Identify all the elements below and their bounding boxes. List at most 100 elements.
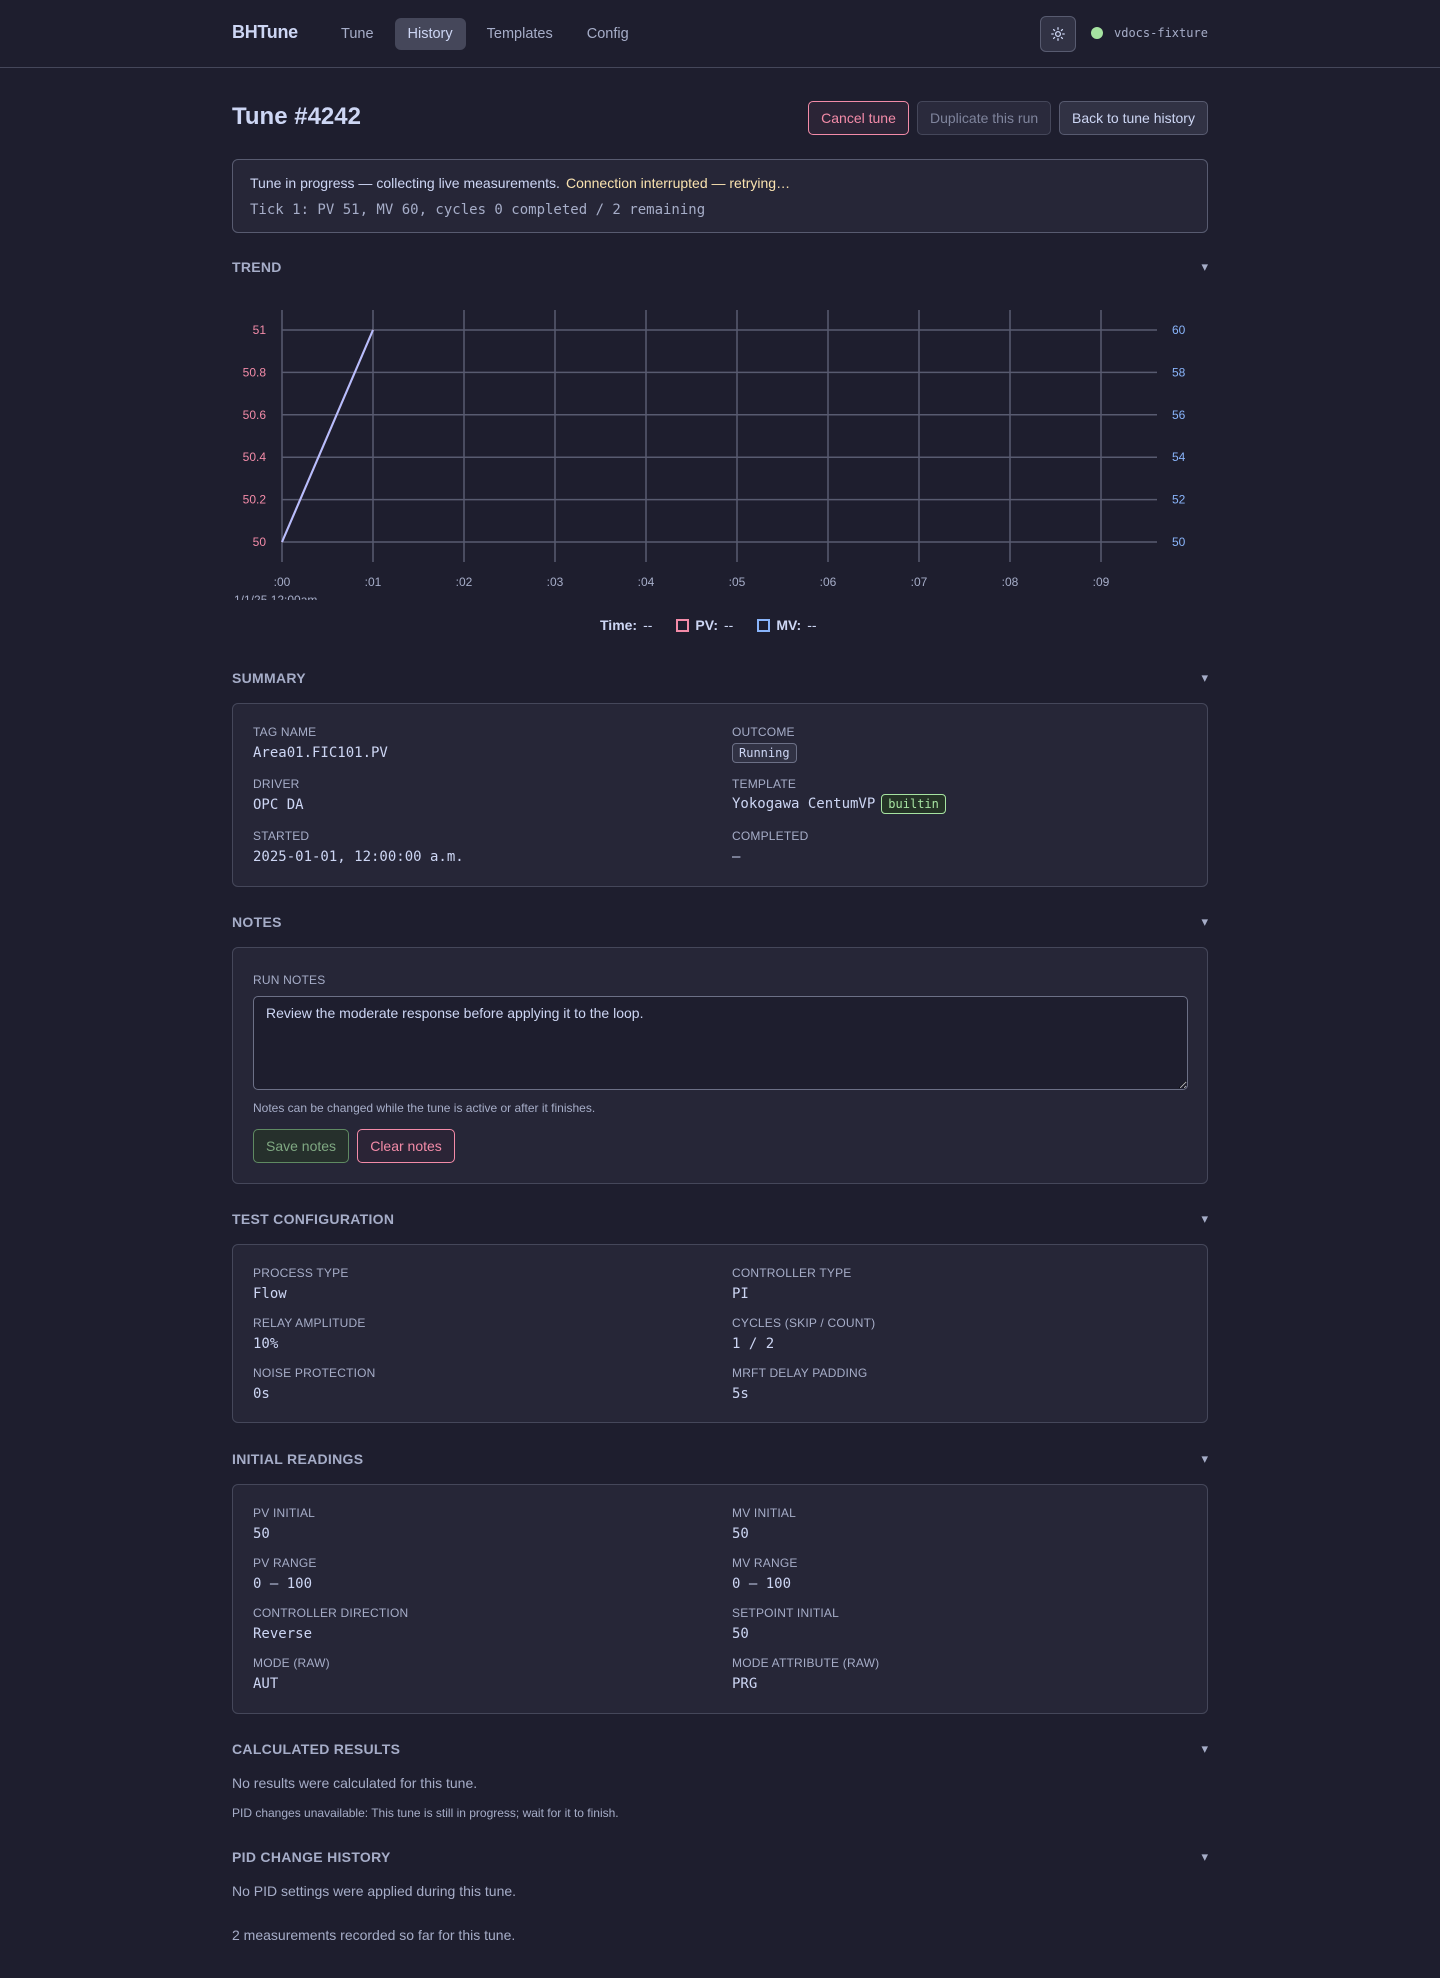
collapse-toggle-icon[interactable]: ▾: [1201, 1211, 1208, 1227]
completed-field: COMPLETED —: [732, 829, 808, 865]
run-notes-textarea[interactable]: [253, 996, 1188, 1090]
field-value: 50: [732, 1526, 749, 1542]
banner-status-line: Tune in progress — collecting live measu…: [250, 175, 790, 191]
field-label: PROCESS TYPE: [253, 1266, 349, 1280]
connection-name: vdocs-fixture: [1114, 26, 1208, 40]
x-tick-label: :08: [1002, 575, 1019, 589]
measurements-count: 2 measurements recorded so far for this …: [232, 1927, 516, 1943]
summary-section-header[interactable]: SUMMARY ▾: [232, 670, 1208, 690]
pv-swatch: [676, 618, 690, 632]
collapse-toggle-icon[interactable]: ▾: [1201, 259, 1208, 275]
connection-warning-text: Connection interrupted — retrying…: [565, 175, 791, 191]
field-label: STARTED: [253, 829, 310, 843]
collapse-toggle-icon[interactable]: ▾: [1201, 1741, 1208, 1757]
no-pid-changes-message: No PID settings were applied during this…: [232, 1883, 517, 1899]
completed-value: —: [732, 849, 741, 865]
pid-history-section-header[interactable]: PID CHANGE HISTORY ▾: [232, 1849, 1208, 1869]
collapse-toggle-icon[interactable]: ▾: [1201, 670, 1208, 686]
brand-logo[interactable]: BHTune: [232, 22, 298, 43]
field-label: TAG NAME: [253, 725, 317, 739]
right-axis-tick-label: 52: [1172, 493, 1186, 507]
no-results-message: No results were calculated for this tune…: [232, 1775, 478, 1791]
field-label: MODE ATTRIBUTE (RAW): [732, 1656, 880, 1670]
collapse-toggle-icon[interactable]: ▾: [1201, 914, 1208, 930]
x-tick-label: :04: [638, 575, 655, 589]
test-config-card: PROCESS TYPE Flow CONTROLLER TYPE PI REL…: [232, 1244, 1208, 1423]
controller-direction-field: CONTROLLER DIRECTION Reverse: [253, 1606, 408, 1642]
right-axis-tick-label: 58: [1172, 365, 1186, 379]
calculated-results-section-header[interactable]: CALCULATED RESULTS ▾: [232, 1741, 1208, 1761]
field-value: Flow: [253, 1286, 287, 1302]
initial-readings-section-header[interactable]: INITIAL READINGS ▾: [232, 1451, 1208, 1471]
field-label: SETPOINT INITIAL: [732, 1606, 839, 1620]
nav-tab-tune[interactable]: Tune: [328, 18, 387, 50]
legend-pv-value: --: [724, 617, 734, 633]
field-label: RELAY AMPLITUDE: [253, 1316, 366, 1330]
template-value-row: Yokogawa CentumVP builtin: [732, 794, 946, 814]
field-label: PV INITIAL: [253, 1506, 316, 1520]
collapse-toggle-icon[interactable]: ▾: [1201, 1451, 1208, 1467]
nav-tab-templates[interactable]: Templates: [474, 18, 566, 50]
x-tick-label: :09: [1093, 575, 1110, 589]
mode-attribute-raw-field: MODE ATTRIBUTE (RAW) PRG: [732, 1656, 879, 1692]
section-title: TEST CONFIGURATION: [232, 1211, 395, 1227]
field-value: PRG: [732, 1676, 758, 1692]
left-axis-tick-label: 50.6: [243, 408, 267, 422]
clear-notes-button[interactable]: Clear notes: [357, 1129, 455, 1163]
driver-field: DRIVER OPC DA: [253, 777, 304, 813]
field-label: DRIVER: [253, 777, 300, 791]
series-line-mv: [281, 329, 374, 543]
x-tick-label: :02: [456, 575, 473, 589]
template-name: Yokogawa CentumVP: [732, 796, 876, 812]
pv-range-field: PV RANGE 0 – 100: [253, 1556, 317, 1592]
nav-tab-history[interactable]: History: [394, 18, 466, 50]
trend-section-header[interactable]: TREND ▾: [232, 259, 1208, 279]
x-tick-label: :06: [820, 575, 837, 589]
notes-help-text: Notes can be changed while the tune is a…: [253, 1101, 596, 1115]
pid-unavailable-note: PID changes unavailable: This tune is st…: [232, 1806, 619, 1820]
section-title: CALCULATED RESULTS: [232, 1741, 401, 1757]
driver-value: OPC DA: [253, 797, 304, 813]
mv-initial-field: MV INITIAL 50: [732, 1506, 796, 1542]
initial-readings-card: PV INITIAL 50 MV INITIAL 50 PV RANGE 0 –…: [232, 1484, 1208, 1714]
sun-icon: [1051, 27, 1065, 41]
notes-card: RUN NOTES Notes can be changed while the…: [232, 947, 1208, 1184]
field-label: COMPLETED: [732, 829, 809, 843]
nav-tab-config[interactable]: Config: [574, 18, 642, 50]
field-label: CONTROLLER TYPE: [732, 1266, 852, 1280]
template-field: TEMPLATE Yokogawa CentumVP builtin: [732, 777, 946, 814]
banner-tick-text: Tick 1: PV 51, MV 60, cycles 0 completed…: [250, 202, 706, 218]
theme-toggle-button[interactable]: [1040, 16, 1076, 52]
right-axis-tick-label: 56: [1172, 408, 1186, 422]
back-to-history-button[interactable]: Back to tune history: [1059, 101, 1208, 135]
field-value: 5s: [732, 1386, 749, 1402]
page-title: Tune #4242: [232, 103, 361, 130]
legend-time-label: Time:: [600, 617, 638, 633]
duplicate-run-button[interactable]: Duplicate this run: [917, 101, 1051, 135]
process-type-field: PROCESS TYPE Flow: [253, 1266, 349, 1302]
field-value: 0s: [253, 1386, 270, 1402]
cycles-field: CYCLES (SKIP / COUNT) 1 / 2: [732, 1316, 875, 1352]
mv-range-field: MV RANGE 0 – 100: [732, 1556, 798, 1592]
right-axis-tick-label: 54: [1172, 450, 1186, 464]
field-value: 1 / 2: [732, 1336, 775, 1352]
collapse-toggle-icon[interactable]: ▾: [1201, 1849, 1208, 1865]
controller-type-field: CONTROLLER TYPE PI: [732, 1266, 851, 1302]
trend-chart[interactable]: :00:01:02:03:04:05:06:07:08:09 50 50.2 50.4…: [232, 300, 1208, 600]
field-label: TEMPLATE: [732, 777, 797, 791]
field-value: 50: [732, 1626, 749, 1642]
chart-legend: Time: -- PV: -- MV: --: [600, 617, 817, 633]
field-value: AUT: [253, 1676, 279, 1692]
left-axis-tick-label: 50.4: [243, 450, 267, 464]
started-field: STARTED 2025-01-01, 12:00:00 a.m.: [253, 829, 464, 865]
legend-mv-label: MV:: [776, 617, 802, 633]
outcome-field: OUTCOME Running: [732, 725, 797, 763]
x-tick-label: :05: [729, 575, 746, 589]
cancel-tune-button[interactable]: Cancel tune: [808, 101, 909, 135]
time-origin-label: 1/1/25 12:00am: [234, 593, 317, 600]
save-notes-button[interactable]: Save notes: [253, 1129, 349, 1163]
test-config-section-header[interactable]: TEST CONFIGURATION ▾: [232, 1211, 1208, 1231]
field-label: NOISE PROTECTION: [253, 1366, 376, 1380]
notes-section-header[interactable]: NOTES ▾: [232, 914, 1208, 934]
legend-mv: MV: --: [757, 617, 817, 633]
